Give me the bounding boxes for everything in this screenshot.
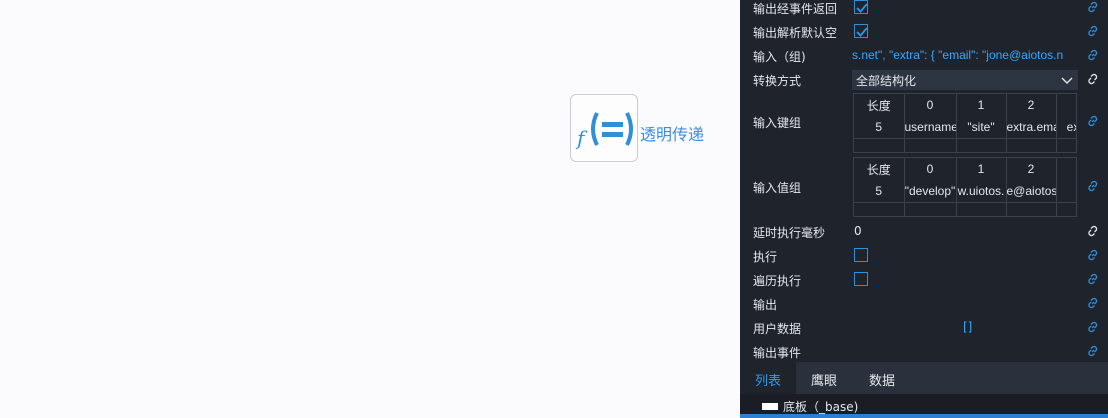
grid-empty-cell: [956, 137, 1007, 152]
tree-item-base[interactable]: 底板（_base): [783, 398, 858, 415]
grid-header-cell: 1: [956, 94, 1007, 116]
grid-header-cell: 长度: [854, 94, 905, 116]
prop-label: 输出: [753, 298, 778, 312]
checkmark-icon: [856, 27, 868, 37]
chevron-down-icon: [1061, 77, 1073, 84]
grid-cell[interactable]: e@aiotos: [1006, 180, 1057, 202]
prop-row-conversion-mode: 转换方式 全部结构化: [740, 68, 1108, 92]
link-icon[interactable]: [1086, 344, 1100, 358]
function-node[interactable]: f: [570, 94, 638, 162]
prop-row-output: 输出: [740, 292, 1108, 316]
node-label[interactable]: 透明传递: [640, 121, 704, 145]
grid-empty-cell: [1056, 137, 1076, 152]
prop-row-input-group: 输入（组) s.net", "extra": { "email": "jone@…: [740, 44, 1108, 68]
grid-header-cell: 3: [1056, 158, 1076, 180]
link-icon[interactable]: [1086, 24, 1100, 38]
output-via-event-checkbox[interactable]: [854, 0, 868, 14]
link-off-icon[interactable]: [1086, 224, 1100, 238]
table-row: [854, 201, 1076, 216]
table-row: 5 "develop" w.uiotos. e@aiotos 2: [854, 180, 1076, 202]
grid-cell[interactable]: "site": [956, 116, 1007, 138]
grid-header-cell: 1: [956, 158, 1007, 180]
prop-label: 输出解析默认空: [753, 26, 838, 40]
prop-row-iterate-execute: 遍历执行: [740, 268, 1108, 292]
prop-row-execute: 执行: [740, 244, 1108, 268]
grid-cell[interactable]: "develop": [904, 180, 957, 202]
link-icon[interactable]: [1086, 179, 1100, 193]
selection-accent-bar: [740, 414, 1108, 418]
key-group-grid[interactable]: 长度 0 1 2 3 5 username "site" extra.email…: [853, 93, 1077, 153]
user-data-value[interactable]: []: [963, 320, 972, 334]
prop-label: 输入键组: [753, 116, 802, 130]
prop-label: 输出经事件返回: [753, 2, 838, 16]
value-group-grid[interactable]: 长度 0 1 2 3 5 "develop" w.uiotos. e@aioto…: [853, 157, 1077, 217]
grid-empty-cell: [854, 137, 905, 152]
grid-cell[interactable]: 5: [854, 116, 905, 138]
grid-empty-cell: [904, 137, 957, 152]
grid-header-cell: 3: [1056, 94, 1076, 116]
prop-row-output-event: 输出事件: [740, 340, 1108, 364]
bottom-tab-bar: 列表 鹰眼 数据: [740, 362, 1108, 394]
prop-label: 输入（组): [753, 50, 806, 64]
prop-label: 转换方式: [753, 74, 802, 88]
link-icon[interactable]: [1086, 114, 1100, 128]
link-icon[interactable]: [1086, 248, 1100, 262]
prop-row-output-via-event: 输出经事件返回: [740, 0, 1108, 20]
function-equals-icon: f: [575, 112, 633, 150]
link-icon[interactable]: [1086, 320, 1100, 334]
table-row: [854, 137, 1076, 152]
base-layer-swatch-icon: [762, 403, 778, 410]
grid-header-cell: 0: [904, 158, 957, 180]
table-row: 5 username "site" extra.email extra.g: [854, 116, 1076, 138]
table-row: 长度 0 1 2 3: [854, 94, 1076, 116]
link-icon[interactable]: [1086, 296, 1100, 310]
link-icon[interactable]: [1086, 48, 1100, 62]
prop-label: 输入值组: [753, 181, 802, 195]
link-off-icon[interactable]: [1086, 72, 1100, 86]
tab-eagle-eye[interactable]: 鹰眼: [811, 370, 837, 389]
prop-label: 用户数据: [753, 322, 802, 336]
svg-text:f: f: [575, 126, 588, 150]
grid-empty-cell: [1056, 201, 1076, 216]
prop-label: 执行: [753, 250, 778, 264]
grid-cell[interactable]: w.uiotos.: [956, 180, 1007, 202]
grid-cell[interactable]: extra.email: [1006, 116, 1057, 138]
link-icon[interactable]: [1086, 0, 1100, 14]
output-parse-default-checkbox[interactable]: [854, 24, 868, 38]
grid-header-cell: 2: [1006, 94, 1057, 116]
prop-label: 遍历执行: [753, 274, 802, 288]
grid-cell[interactable]: username: [904, 116, 957, 138]
delay-ms-value[interactable]: 0: [854, 224, 862, 238]
input-group-value[interactable]: s.net", "extra": { "email": "jone@aiotos…: [852, 48, 1084, 62]
grid-empty-cell: [854, 201, 905, 216]
grid-cell[interactable]: extra.g: [1056, 116, 1076, 138]
grid-cell[interactable]: 5: [854, 180, 905, 202]
grid-empty-cell: [1006, 137, 1057, 152]
select-value: 全部结构化: [856, 74, 917, 88]
checkmark-icon: [856, 3, 868, 13]
link-icon[interactable]: [1086, 272, 1100, 286]
execute-checkbox[interactable]: [854, 248, 868, 262]
iterate-execute-checkbox[interactable]: [854, 272, 868, 286]
grid-empty-cell: [956, 201, 1007, 216]
grid-empty-cell: [1006, 201, 1057, 216]
conversion-mode-select[interactable]: 全部结构化: [852, 70, 1078, 90]
grid-header-cell: 2: [1006, 158, 1057, 180]
prop-label: 输出事件: [753, 346, 802, 360]
grid-header-cell: 长度: [854, 158, 905, 180]
tab-data[interactable]: 数据: [869, 370, 895, 389]
grid-cell[interactable]: 2: [1056, 180, 1076, 202]
prop-row-user-data: 用户数据 []: [740, 316, 1108, 340]
prop-row-output-parse-default-empty: 输出解析默认空: [740, 20, 1108, 44]
grid-header-cell: 0: [904, 94, 957, 116]
prop-row-delay-ms: 延时执行毫秒 0: [740, 220, 1108, 244]
property-panel: 输出经事件返回 输出解析默认空 输入（组) s.net", "extra": {…: [740, 0, 1108, 418]
tab-list[interactable]: 列表: [755, 370, 781, 389]
prop-label: 延时执行毫秒: [753, 226, 826, 240]
grid-empty-cell: [904, 201, 957, 216]
table-row: 长度 0 1 2 3: [854, 158, 1076, 180]
